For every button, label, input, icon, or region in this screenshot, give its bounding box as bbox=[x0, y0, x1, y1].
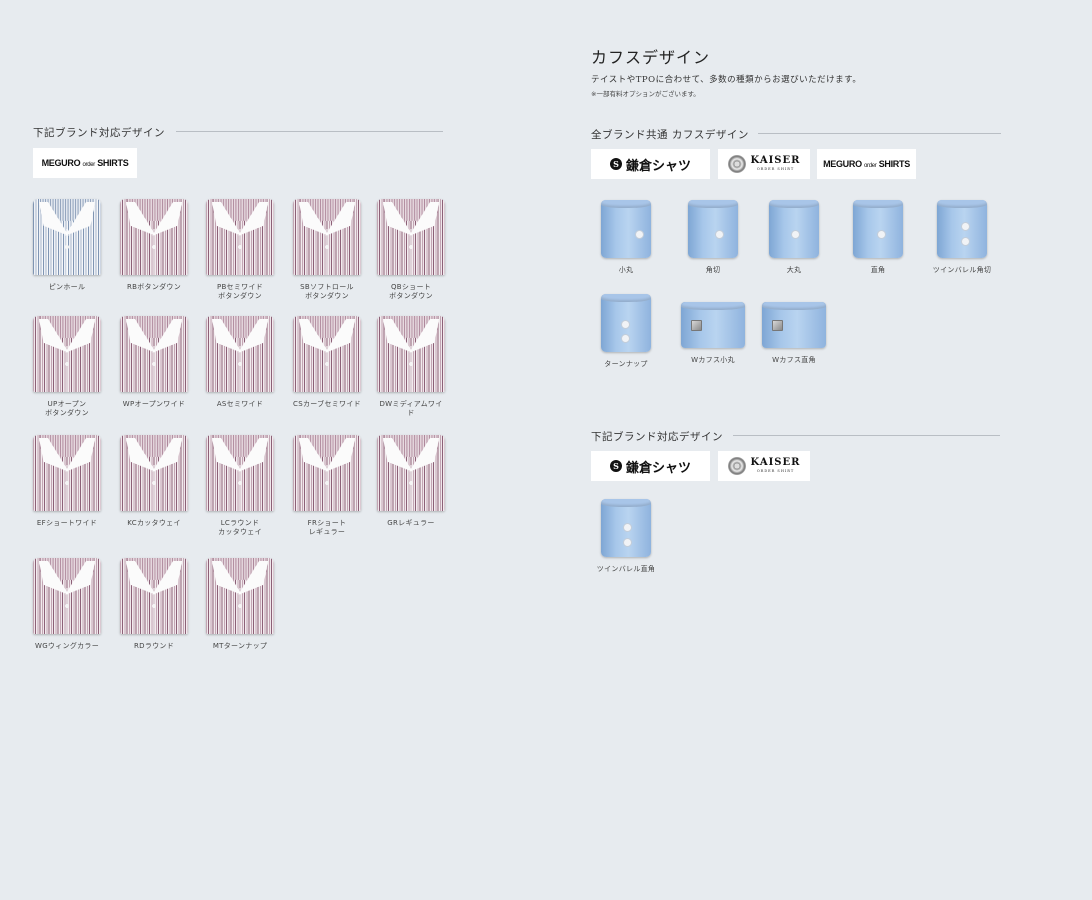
collar-item[interactable]: RDラウンド bbox=[120, 558, 188, 651]
cuff-item[interactable]: ツインバレル直角 bbox=[591, 499, 661, 574]
collar-label: SBソフトロール ボタンダウン bbox=[300, 283, 354, 300]
brand-cuffs-divider bbox=[733, 435, 1000, 436]
cuff-image bbox=[601, 499, 651, 557]
collar-label: UPオープン ボタンダウン bbox=[45, 400, 89, 417]
shirt-collar-image bbox=[206, 558, 274, 634]
shirt-collar-image bbox=[33, 558, 101, 634]
collar-label: FRショート レギュラー bbox=[307, 519, 347, 536]
cuff-image bbox=[601, 200, 651, 258]
collar-label: GRレギュラー bbox=[387, 519, 435, 527]
shirt-collar-image bbox=[120, 435, 188, 511]
collar-label: MTターンナップ bbox=[212, 642, 268, 650]
cuff-item[interactable]: ツインバレル角切 bbox=[927, 200, 997, 275]
cuff-item[interactable]: Wカフス小丸 bbox=[678, 302, 748, 365]
cuff-image bbox=[937, 200, 987, 258]
cuff-label: 大丸 bbox=[786, 266, 802, 274]
collar-item[interactable]: LCラウンド カッタウェイ bbox=[206, 435, 274, 537]
left-section-divider bbox=[176, 131, 443, 132]
cuff-item[interactable]: ターンナップ bbox=[591, 294, 661, 369]
shirt-collar-image bbox=[206, 435, 274, 511]
meguro-logo-right: MEGURO order SHIRTS bbox=[817, 149, 916, 179]
collar-item[interactable]: MTターンナップ bbox=[206, 558, 274, 651]
kamakura-logo: S 鎌倉シャツ bbox=[591, 149, 710, 179]
cuff-image bbox=[681, 302, 745, 348]
cuff-image bbox=[769, 200, 819, 258]
collar-item[interactable]: ピンホール bbox=[33, 199, 101, 292]
collar-label: EFショートワイド bbox=[36, 519, 98, 527]
collar-item[interactable]: EFショートワイド bbox=[33, 435, 101, 528]
collar-label: WGウィングカラー bbox=[34, 642, 100, 650]
cuff-item[interactable]: 角切 bbox=[678, 200, 748, 275]
collar-item[interactable]: FRショート レギュラー bbox=[293, 435, 361, 537]
cuff-item[interactable]: 直角 bbox=[843, 200, 913, 275]
shirt-collar-image bbox=[206, 316, 274, 392]
collar-item[interactable]: QBショート ボタンダウン bbox=[377, 199, 445, 301]
collar-label: RBボタンダウン bbox=[126, 283, 182, 291]
collar-label: QBショート ボタンダウン bbox=[389, 283, 433, 300]
collar-label: LCラウンド カッタウェイ bbox=[218, 519, 262, 536]
collar-item[interactable]: WPオープンワイド bbox=[120, 316, 188, 409]
brand-cuffs-title: 下記ブランド対応デザイン bbox=[591, 431, 723, 443]
collar-item[interactable]: PBセミワイド ボタンダウン bbox=[206, 199, 274, 301]
collar-item[interactable]: KCカッタウェイ bbox=[120, 435, 188, 528]
shirt-collar-image bbox=[377, 199, 445, 275]
collar-label: CSカーブセミワイド bbox=[293, 400, 361, 408]
shirt-collar-image bbox=[293, 199, 361, 275]
cuff-image bbox=[688, 200, 738, 258]
cuff-item[interactable]: Wカフス直角 bbox=[759, 302, 829, 365]
collar-item[interactable]: GRレギュラー bbox=[377, 435, 445, 528]
shirt-collar-image bbox=[120, 316, 188, 392]
collar-label: ピンホール bbox=[48, 283, 86, 291]
cuff-label: 角切 bbox=[705, 266, 721, 274]
kamakura-logo-2: S 鎌倉シャツ bbox=[591, 451, 710, 481]
collar-item[interactable]: RBボタンダウン bbox=[120, 199, 188, 292]
meguro-logo: MEGURO order SHIRTS bbox=[33, 148, 137, 178]
cuff-item[interactable]: 大丸 bbox=[759, 200, 829, 275]
cuff-item[interactable]: 小丸 bbox=[591, 200, 661, 275]
cuff-label: 小丸 bbox=[618, 266, 634, 274]
cuff-image bbox=[601, 294, 651, 352]
collar-label: ASセミワイド bbox=[216, 400, 264, 408]
collar-label: RDラウンド bbox=[133, 642, 175, 650]
common-cuffs-divider bbox=[758, 133, 1001, 134]
shirt-collar-image bbox=[33, 316, 101, 392]
cuffs-heading: カフスデザイン bbox=[591, 48, 711, 67]
collar-label: WPオープンワイド bbox=[122, 400, 186, 408]
common-cuffs-title: 全ブランド共通 カフスデザイン bbox=[591, 129, 749, 141]
collar-item[interactable]: DWミディアムワイド bbox=[377, 316, 445, 418]
cuff-image bbox=[853, 200, 903, 258]
cuff-label: 直角 bbox=[870, 266, 886, 274]
shirt-collar-image bbox=[33, 435, 101, 511]
collar-label: KCカッタウェイ bbox=[127, 519, 181, 527]
cuffs-note: ※一部有料オプションがございます。 bbox=[591, 90, 700, 98]
kaiser-logo: KAISER ORDER SHIRT bbox=[718, 149, 810, 179]
cuff-label: Wカフス小丸 bbox=[691, 356, 735, 364]
shirt-collar-image bbox=[293, 316, 361, 392]
collar-item[interactable]: SBソフトロール ボタンダウン bbox=[293, 199, 361, 301]
cuff-label: ツインバレル直角 bbox=[596, 565, 656, 573]
shirt-collar-image bbox=[293, 435, 361, 511]
collar-item[interactable]: WGウィングカラー bbox=[33, 558, 101, 651]
shirt-collar-image bbox=[377, 316, 445, 392]
cuff-label: ツインバレル角切 bbox=[932, 266, 992, 274]
shirt-collar-image bbox=[33, 199, 101, 275]
collar-label: DWミディアムワイド bbox=[379, 400, 443, 417]
collar-label: PBセミワイド ボタンダウン bbox=[216, 283, 264, 300]
collar-item[interactable]: ASセミワイド bbox=[206, 316, 274, 409]
shirt-collar-image bbox=[206, 199, 274, 275]
cuff-image bbox=[762, 302, 826, 348]
shirt-collar-image bbox=[120, 199, 188, 275]
collar-item[interactable]: UPオープン ボタンダウン bbox=[33, 316, 101, 418]
shirt-collar-image bbox=[377, 435, 445, 511]
kaiser-logo-2: KAISER ORDER SHIRT bbox=[718, 451, 810, 481]
cuffs-description: テイストやTPOに合わせて、多数の種類からお選びいただけます。 bbox=[591, 75, 862, 85]
left-section-title: 下記ブランド対応デザイン bbox=[33, 127, 165, 139]
collar-item[interactable]: CSカーブセミワイド bbox=[293, 316, 361, 409]
cuff-label: Wカフス直角 bbox=[772, 356, 816, 364]
cuff-label: ターンナップ bbox=[604, 360, 648, 368]
shirt-collar-image bbox=[120, 558, 188, 634]
